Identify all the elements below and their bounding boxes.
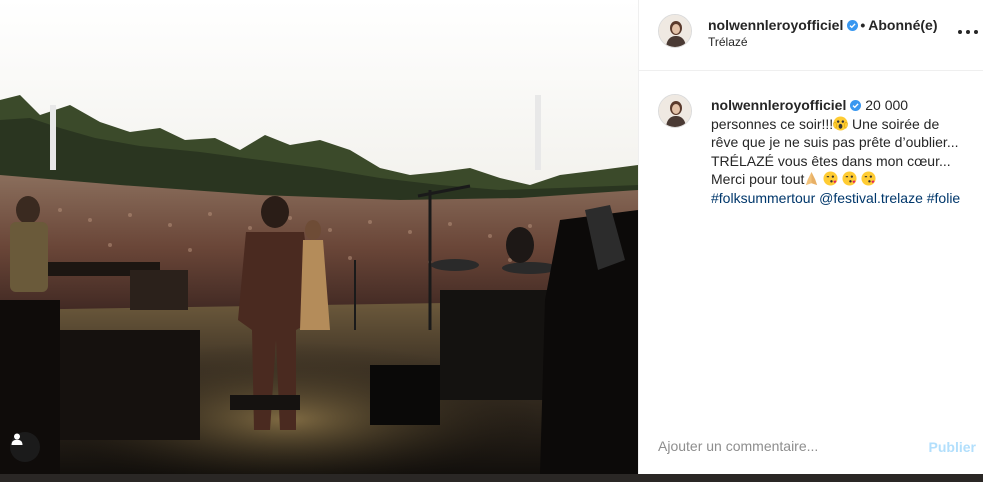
verified-badge-icon	[847, 20, 859, 31]
comment-input[interactable]: Ajouter un commentaire...	[658, 438, 818, 454]
header-separator: •	[860, 17, 866, 33]
concert-stage-image	[0, 0, 638, 474]
hashtag-link[interactable]: #folksummertour	[711, 190, 815, 206]
face-blowing-kiss-icon	[842, 171, 857, 186]
caption-text: nolwennleroyofficiel 20 000 personnes ce…	[711, 96, 969, 207]
verified-badge-icon	[850, 100, 862, 111]
post-location[interactable]: Trélazé	[708, 35, 748, 49]
post-photo[interactable]	[0, 0, 638, 474]
folded-hands-icon	[806, 171, 818, 186]
face-blowing-kiss-icon	[861, 171, 876, 186]
caption-username[interactable]: nolwennleroyofficiel	[711, 97, 846, 113]
header-username[interactable]: nolwennleroyofficiel	[708, 17, 843, 33]
more-dot-icon	[958, 30, 962, 34]
bottom-strip	[0, 474, 983, 482]
avatar[interactable]	[658, 14, 692, 48]
hashtag-link[interactable]: #folie	[927, 190, 960, 206]
profile-picture-icon	[659, 15, 691, 47]
more-dot-icon	[974, 30, 978, 34]
more-dot-icon	[966, 30, 970, 34]
more-options-button[interactable]	[958, 22, 978, 42]
avatar[interactable]	[658, 94, 692, 128]
profile-picture-icon	[659, 95, 691, 127]
post-caption: nolwennleroyofficiel 20 000 personnes ce…	[639, 72, 983, 428]
user-icon	[11, 433, 23, 445]
follow-status-button[interactable]: Abonné(e)	[868, 17, 937, 33]
face-screaming-icon	[833, 115, 848, 131]
mention-link[interactable]: @festival.trelaze	[819, 190, 923, 206]
tagged-users-button[interactable]	[10, 432, 40, 462]
comment-box: Ajouter un commentaire... Publier	[639, 428, 983, 474]
post-header: nolwennleroyofficiel • Abonné(e) Trélazé	[639, 0, 983, 71]
face-blowing-kiss-icon	[823, 171, 838, 186]
publish-button[interactable]: Publier	[929, 439, 976, 455]
post-side-panel: nolwennleroyofficiel • Abonné(e) Trélazé n…	[638, 0, 983, 474]
